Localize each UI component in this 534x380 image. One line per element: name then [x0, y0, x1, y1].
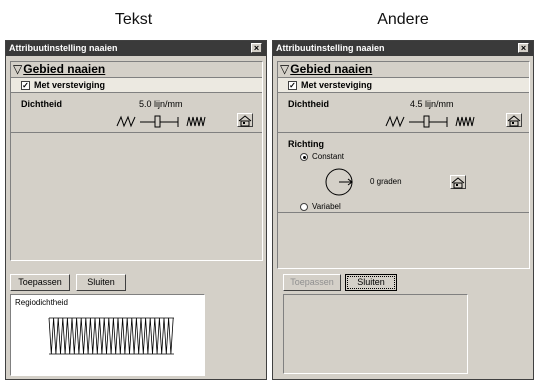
title-bar[interactable]: Attribuutinstelling naaien ×: [273, 41, 533, 56]
density-slider[interactable]: [115, 114, 215, 128]
close-button[interactable]: Sluiten: [76, 274, 126, 291]
radio-constant-label: Constant: [312, 152, 345, 161]
density-preview: Regiodichtheid: [10, 294, 205, 376]
versteviging-checkbox[interactable]: ✓: [21, 81, 30, 91]
angle-value: 0 graden: [370, 177, 402, 186]
window-andere: Attribuutinstelling naaien × ▽Gebied naa…: [272, 40, 534, 380]
apply-button[interactable]: Toepassen: [10, 274, 70, 291]
house-button-richting[interactable]: [450, 175, 466, 189]
title-bar[interactable]: Attribuutinstelling naaien ×: [6, 41, 266, 56]
collapse-triangle-icon[interactable]: ▽: [280, 62, 289, 76]
radio-constant-dot[interactable]: [300, 152, 308, 161]
stitch-pattern-graphic: [48, 317, 174, 355]
house-icon: [451, 177, 465, 189]
versteviging-label: Met versteviging: [301, 80, 373, 90]
house-button[interactable]: [237, 113, 253, 127]
radio-variabel-label: Variabel: [312, 202, 341, 211]
close-button[interactable]: Sluiten: [345, 274, 397, 291]
close-icon[interactable]: ×: [518, 43, 529, 53]
versteviging-row[interactable]: ✓ Met versteviging: [278, 78, 529, 93]
density-label: Dichtheid: [21, 99, 63, 109]
radio-variabel-dot[interactable]: [300, 202, 308, 211]
section-title: Gebied naaien: [290, 62, 373, 76]
dense-zigzag-icon: [455, 116, 475, 127]
density-setting: Dichtheid 5.0 lijn/mm: [11, 93, 262, 133]
sparse-zigzag-icon: [385, 115, 405, 128]
house-button[interactable]: [506, 113, 522, 127]
richting-label: Richting: [288, 139, 324, 149]
density-value: 4.5 lijn/mm: [410, 99, 454, 109]
density-setting: Dichtheid 4.5 lijn/mm: [278, 93, 529, 133]
close-icon[interactable]: ×: [251, 43, 262, 53]
radio-constant[interactable]: Constant: [300, 152, 344, 161]
density-slider[interactable]: [384, 114, 484, 128]
window-tekst: Attribuutinstelling naaien × ▽Gebied naa…: [5, 40, 267, 380]
versteviging-row[interactable]: ✓ Met versteviging: [11, 78, 262, 93]
apply-button[interactable]: Toepassen: [283, 274, 341, 291]
slider-thumb: [154, 115, 161, 128]
house-icon: [238, 115, 252, 127]
richting-setting: Richting Constant 0 graden Variabel: [278, 133, 529, 213]
section-gebied-naaien[interactable]: ▽Gebied naaien: [11, 62, 262, 78]
section-title: Gebied naaien: [23, 62, 106, 76]
stitch-zigzag: [48, 317, 174, 355]
slider-thumb: [423, 115, 430, 128]
section-gebied-naaien[interactable]: ▽Gebied naaien: [278, 62, 529, 78]
dense-zigzag-icon: [186, 116, 206, 127]
versteviging-checkbox[interactable]: ✓: [288, 81, 297, 91]
radio-variabel[interactable]: Variabel: [300, 202, 341, 211]
direction-circle-icon[interactable]: [324, 167, 356, 202]
caption-tekst: Tekst: [114, 11, 153, 28]
sparse-zigzag-icon: [116, 115, 136, 128]
window-title: Attribuutinstelling naaien: [276, 43, 385, 53]
collapse-triangle-icon[interactable]: ▽: [13, 62, 22, 76]
settings-panel: ▽Gebied naaien ✓ Met versteviging Dichthe…: [277, 61, 530, 269]
window-title: Attribuutinstelling naaien: [9, 43, 118, 53]
caption-andere: Andere: [377, 11, 429, 28]
density-preview-empty: [283, 294, 468, 374]
versteviging-label: Met versteviging: [34, 80, 106, 90]
density-label: Dichtheid: [288, 99, 330, 109]
settings-panel: ▽Gebied naaien ✓ Met versteviging Dichthe…: [10, 61, 263, 261]
house-icon: [507, 115, 521, 127]
density-value: 5.0 lijn/mm: [139, 99, 183, 109]
